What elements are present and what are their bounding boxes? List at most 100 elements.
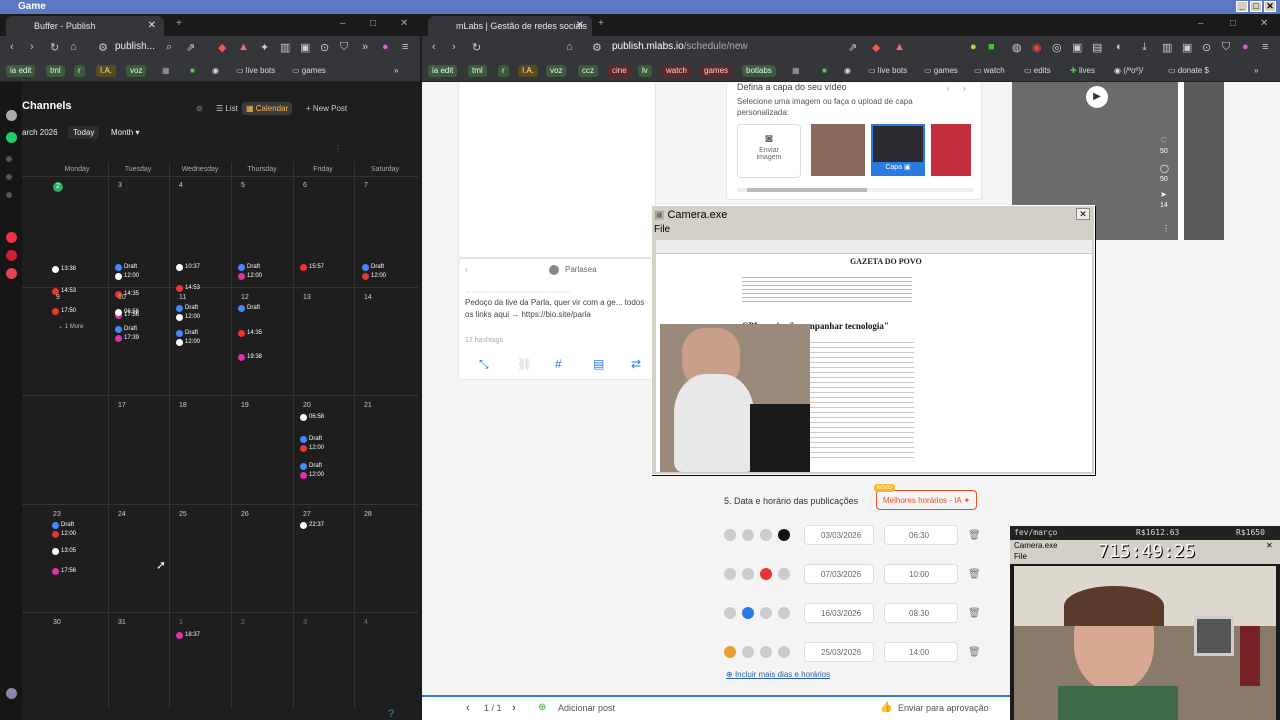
extensions-icon[interactable]: ✦ bbox=[260, 41, 269, 54]
bookmark-item[interactable]: botlabs bbox=[742, 65, 776, 77]
social-icon[interactable] bbox=[724, 568, 736, 580]
bookmark-item[interactable]: tml bbox=[468, 65, 487, 77]
new-tab-icon[interactable]: + bbox=[176, 18, 182, 29]
window-titlebar[interactable]: ▣ Camera.exe bbox=[654, 208, 1092, 222]
extension-icon[interactable]: ● bbox=[970, 41, 977, 53]
rewards-icon[interactable]: ▲ bbox=[238, 41, 249, 53]
date-input[interactable]: 07/03/2026 bbox=[804, 564, 874, 584]
day-number[interactable]: 24 bbox=[118, 511, 126, 518]
trash-icon[interactable]: 🗑 bbox=[968, 569, 981, 580]
extension-icon[interactable]: ▤ bbox=[1092, 41, 1102, 54]
day-number[interactable]: 27 bbox=[303, 511, 311, 518]
social-icon[interactable] bbox=[760, 646, 772, 658]
scheduled-post[interactable]: 12:00 bbox=[238, 271, 262, 281]
more-posts-link[interactable]: ⌄ 1 More bbox=[58, 322, 83, 332]
bookmark-overflow-icon[interactable]: » bbox=[390, 65, 402, 77]
social-icon[interactable] bbox=[760, 529, 772, 541]
menu-icon[interactable]: ≡ bbox=[402, 41, 408, 53]
bookmark-item[interactable]: cine bbox=[608, 65, 631, 77]
rewards-icon[interactable]: ▲ bbox=[894, 41, 905, 53]
hashtag-icon[interactable]: # bbox=[555, 357, 562, 371]
globe-icon[interactable]: ◉ bbox=[840, 65, 855, 77]
bookmark-icon[interactable]: ■ bbox=[186, 65, 199, 77]
facebook-icon[interactable] bbox=[742, 607, 754, 619]
link-icon[interactable]: ⛓ bbox=[517, 357, 532, 371]
close-icon[interactable]: ✕ bbox=[1076, 208, 1090, 220]
more-extensions-icon[interactable]: » bbox=[362, 41, 368, 53]
vpn-icon[interactable]: ⛉ bbox=[340, 41, 348, 54]
scheduled-post[interactable]: Draft bbox=[238, 303, 260, 313]
date-input[interactable]: 25/03/2026 bbox=[804, 642, 874, 662]
scrollbar[interactable] bbox=[737, 188, 973, 192]
social-icon[interactable] bbox=[778, 646, 790, 658]
day-number[interactable]: 9 bbox=[56, 294, 60, 301]
scheduled-post[interactable]: 22:37 bbox=[300, 520, 324, 530]
day-number[interactable]: 5 bbox=[241, 182, 245, 189]
screenshot-icon[interactable]: ⊙ bbox=[1202, 41, 1211, 54]
address-bar[interactable]: publish... bbox=[115, 41, 155, 52]
layers-icon[interactable] bbox=[6, 110, 17, 121]
day-number[interactable]: 7 bbox=[364, 182, 368, 189]
scheduled-post[interactable]: 14:35 bbox=[238, 328, 262, 338]
close-tab-icon[interactable]: ✕ bbox=[148, 20, 156, 31]
scheduled-post[interactable]: 10:37 bbox=[176, 262, 200, 272]
bookmark-item[interactable]: voz bbox=[546, 65, 567, 77]
thumbs-up-icon[interactable]: 👍 bbox=[880, 702, 892, 713]
today-button[interactable]: Today bbox=[68, 126, 100, 139]
ai-icon[interactable]: ● bbox=[1242, 41, 1249, 53]
time-input[interactable]: 10:00 bbox=[884, 564, 958, 584]
channel-avatar[interactable] bbox=[6, 232, 17, 243]
channel-icon[interactable] bbox=[6, 192, 12, 198]
bookmark-item[interactable]: I.A. bbox=[518, 65, 539, 77]
scheduled-post[interactable]: 12:00 bbox=[300, 470, 324, 480]
bookmark-item[interactable]: ccz bbox=[578, 65, 598, 77]
apps-icon[interactable]: ▦ bbox=[158, 65, 174, 77]
maximize-icon[interactable]: □ bbox=[1230, 18, 1236, 29]
profile-icon[interactable] bbox=[6, 688, 17, 699]
new-post-button[interactable]: + New Post bbox=[302, 102, 351, 115]
minimize-icon[interactable]: _ bbox=[1236, 1, 1248, 12]
folder-live-bots[interactable]: ▭ live bots bbox=[864, 65, 911, 77]
scheduled-post[interactable]: 15:57 bbox=[300, 262, 324, 272]
day-number[interactable]: 18 bbox=[179, 402, 187, 409]
wallet-icon[interactable]: ▣ bbox=[300, 41, 310, 54]
close-icon[interactable]: ✕ bbox=[1266, 541, 1273, 550]
menu-icon[interactable]: ≡ bbox=[1262, 41, 1268, 53]
search-icon[interactable]: ⌕ bbox=[166, 41, 172, 54]
scheduled-post[interactable]: 13:38 bbox=[52, 264, 76, 274]
day-number[interactable]: 4 bbox=[179, 182, 183, 189]
bookmark-item[interactable]: games bbox=[700, 65, 733, 77]
close-icon[interactable]: ✕ bbox=[1260, 18, 1268, 29]
scheduled-post[interactable]: 12:00 bbox=[52, 529, 76, 539]
screenshot-icon[interactable]: ⊙ bbox=[320, 41, 329, 54]
tab-buffer[interactable]: Buffer - Publish ✕ bbox=[6, 16, 164, 36]
bookmark-item[interactable]: watch bbox=[662, 65, 691, 77]
more-icon[interactable]: ⋮ bbox=[1162, 224, 1170, 233]
scheduled-post[interactable]: 17:50 bbox=[52, 306, 76, 316]
bookmark-icon[interactable]: ■ bbox=[818, 65, 831, 77]
new-tab-icon[interactable]: + bbox=[598, 18, 604, 29]
day-number[interactable]: 31 bbox=[118, 619, 126, 626]
cover-thumbnail[interactable] bbox=[811, 124, 865, 176]
social-icon[interactable] bbox=[742, 646, 754, 658]
bookmark-icon[interactable]: ⌂ bbox=[566, 41, 573, 53]
next-page-icon[interactable]: › bbox=[512, 702, 516, 714]
file-menu[interactable]: File bbox=[654, 224, 670, 235]
bookmark-item[interactable]: r bbox=[498, 65, 509, 77]
scheduled-post[interactable]: 12:00 bbox=[362, 271, 386, 281]
close-icon[interactable]: ✕ bbox=[400, 18, 408, 29]
minimize-icon[interactable]: – bbox=[1198, 18, 1204, 29]
bookmark-item[interactable]: r bbox=[74, 65, 85, 77]
extension-icon[interactable]: ◍ bbox=[1012, 41, 1022, 54]
tab-list[interactable]: ☰ List bbox=[212, 102, 242, 115]
file-menu[interactable]: File bbox=[1014, 552, 1027, 561]
day-number[interactable]: 23 bbox=[53, 511, 61, 518]
bookmark-item[interactable]: tml bbox=[46, 65, 65, 77]
bookmark-item[interactable]: lv bbox=[638, 65, 652, 77]
chevron-left-icon[interactable]: ‹ bbox=[465, 265, 468, 274]
pinterest-icon[interactable] bbox=[760, 568, 772, 580]
add-post-button[interactable]: Adicionar post bbox=[558, 703, 615, 713]
scheduled-post[interactable]: 12:00 bbox=[176, 337, 200, 347]
close-tab-icon[interactable]: ✕ bbox=[576, 20, 584, 31]
folder-donate[interactable]: ▭ donate $ bbox=[1164, 65, 1213, 77]
